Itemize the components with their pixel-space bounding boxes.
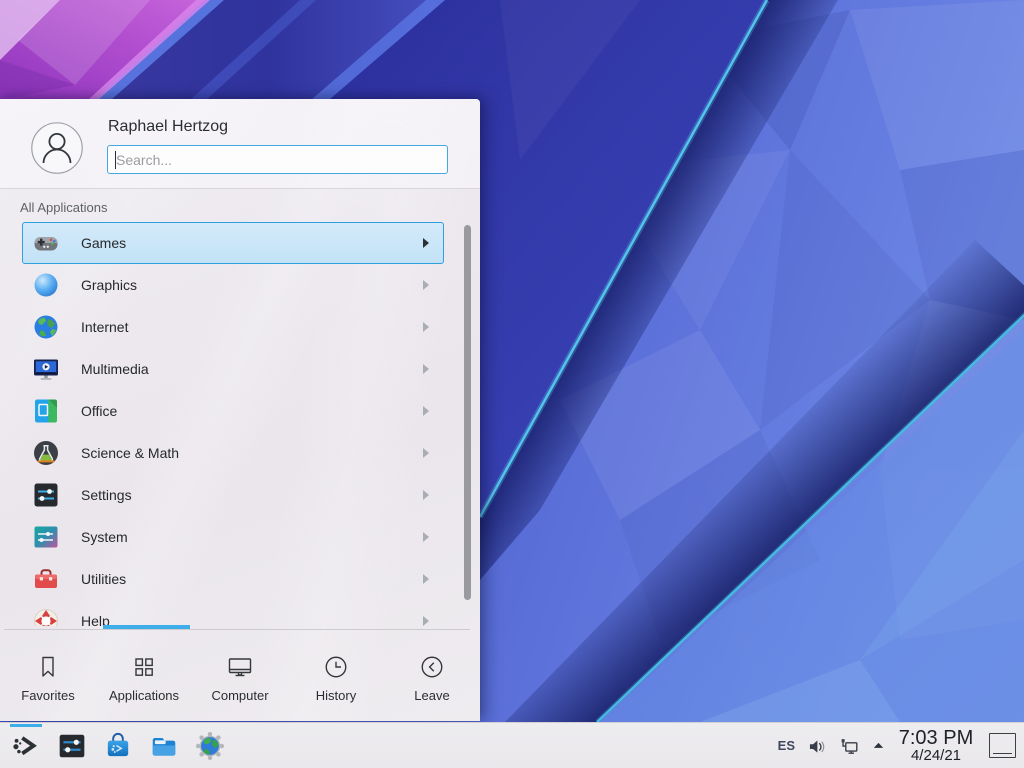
- history-icon: [321, 652, 351, 682]
- games-icon: [32, 229, 60, 257]
- chevron-right-icon: [422, 363, 430, 375]
- tab-applications[interactable]: Applications: [96, 630, 192, 721]
- taskbar-launchers: [0, 723, 228, 768]
- category-help[interactable]: Help: [22, 600, 444, 626]
- user-avatar[interactable]: [31, 122, 83, 174]
- tab-computer[interactable]: Computer: [192, 630, 288, 721]
- tray-icons-slot: [806, 735, 886, 757]
- application-launcher-menu: Raphael Hertzog All Applications Games Gr…: [0, 99, 480, 721]
- multimedia-icon: [32, 355, 60, 383]
- category-internet[interactable]: Internet: [22, 306, 444, 348]
- file-manager-icon: [149, 731, 179, 761]
- tab-history[interactable]: History: [288, 630, 384, 721]
- leave-icon: [417, 652, 447, 682]
- system-tray: ES 7:03 PM 4/24/21: [778, 728, 1024, 764]
- science-icon: [32, 439, 60, 467]
- tab-label: Computer: [211, 688, 268, 703]
- taskbar-panel: ES 7:03 PM 4/24/21: [0, 722, 1024, 768]
- clock-date: 4/24/21: [897, 748, 975, 763]
- chevron-right-icon: [422, 531, 430, 543]
- network-icon[interactable]: [838, 735, 860, 757]
- category-multimedia[interactable]: Multimedia: [22, 348, 444, 390]
- keyboard-layout-indicator[interactable]: ES: [778, 738, 795, 753]
- chevron-right-icon: [422, 489, 430, 501]
- launcher-tabs: Favorites Applications Computer History Leav…: [0, 630, 480, 721]
- taskbar-web-globe-button[interactable]: [192, 723, 228, 768]
- web-globe-icon: [195, 731, 225, 761]
- settings-icon: [32, 481, 60, 509]
- utilities-icon: [32, 565, 60, 593]
- category-label: System: [81, 529, 128, 545]
- system-settings-icon: [57, 731, 87, 761]
- taskbar-application-launcher-button[interactable]: [8, 723, 44, 768]
- chevron-right-icon: [422, 447, 430, 459]
- system-icon: [32, 523, 60, 551]
- chevron-right-icon: [422, 321, 430, 333]
- taskbar-discover-store-button[interactable]: [100, 723, 136, 768]
- internet-icon: [32, 313, 60, 341]
- user-name: Raphael Hertzog: [108, 118, 228, 136]
- category-graphics[interactable]: Graphics: [22, 264, 444, 306]
- category-label: Science & Math: [81, 445, 179, 461]
- category-label: Graphics: [81, 277, 137, 293]
- tab-label: Favorites: [21, 688, 74, 703]
- chevron-right-icon: [422, 405, 430, 417]
- category-label: Settings: [81, 487, 132, 503]
- help-icon: [32, 607, 60, 626]
- category-system[interactable]: System: [22, 516, 444, 558]
- volume-icon[interactable]: [806, 735, 827, 756]
- category-label: Office: [81, 403, 117, 419]
- tab-leave[interactable]: Leave: [384, 630, 480, 721]
- search-field: [107, 145, 448, 174]
- category-science-math[interactable]: Science & Math: [22, 432, 444, 474]
- chevron-right-icon: [422, 615, 430, 626]
- graphics-icon: [32, 271, 60, 299]
- search-input[interactable]: [108, 146, 447, 173]
- digital-clock[interactable]: 7:03 PM 4/24/21: [897, 728, 975, 764]
- tab-label: Leave: [414, 688, 449, 703]
- applications-icon: [129, 652, 159, 682]
- tab-label: Applications: [109, 688, 179, 703]
- application-launcher-icon: [11, 731, 41, 761]
- category-label: Utilities: [81, 571, 126, 587]
- show-desktop-button[interactable]: [989, 733, 1016, 758]
- office-icon: [32, 397, 60, 425]
- launcher-header: Raphael Hertzog: [0, 99, 480, 189]
- category-office[interactable]: Office: [22, 390, 444, 432]
- category-label: Games: [81, 235, 126, 251]
- tab-favorites[interactable]: Favorites: [0, 630, 96, 721]
- chevron-right-icon: [422, 573, 430, 585]
- category-label: Multimedia: [81, 361, 149, 377]
- scrollbar-thumb[interactable]: [464, 225, 471, 600]
- text-caret: [115, 151, 116, 169]
- chevron-right-icon: [422, 237, 430, 249]
- taskbar-system-settings-button[interactable]: [54, 723, 90, 768]
- taskbar-file-manager-button[interactable]: [146, 723, 182, 768]
- category-settings[interactable]: Settings: [22, 474, 444, 516]
- category-games[interactable]: Games: [22, 222, 444, 264]
- category-label: Internet: [81, 319, 128, 335]
- chevron-right-icon: [422, 279, 430, 291]
- category-utilities[interactable]: Utilities: [22, 558, 444, 600]
- category-list: Games Graphics Internet Multimedia Office Sci…: [22, 222, 444, 626]
- clock-time: 7:03 PM: [897, 728, 975, 748]
- favorites-icon: [33, 652, 63, 682]
- discover-store-icon: [103, 731, 133, 761]
- computer-icon: [225, 652, 255, 682]
- expand-tray-icon[interactable]: [871, 738, 886, 753]
- section-label: All Applications: [20, 200, 107, 215]
- tab-label: History: [316, 688, 356, 703]
